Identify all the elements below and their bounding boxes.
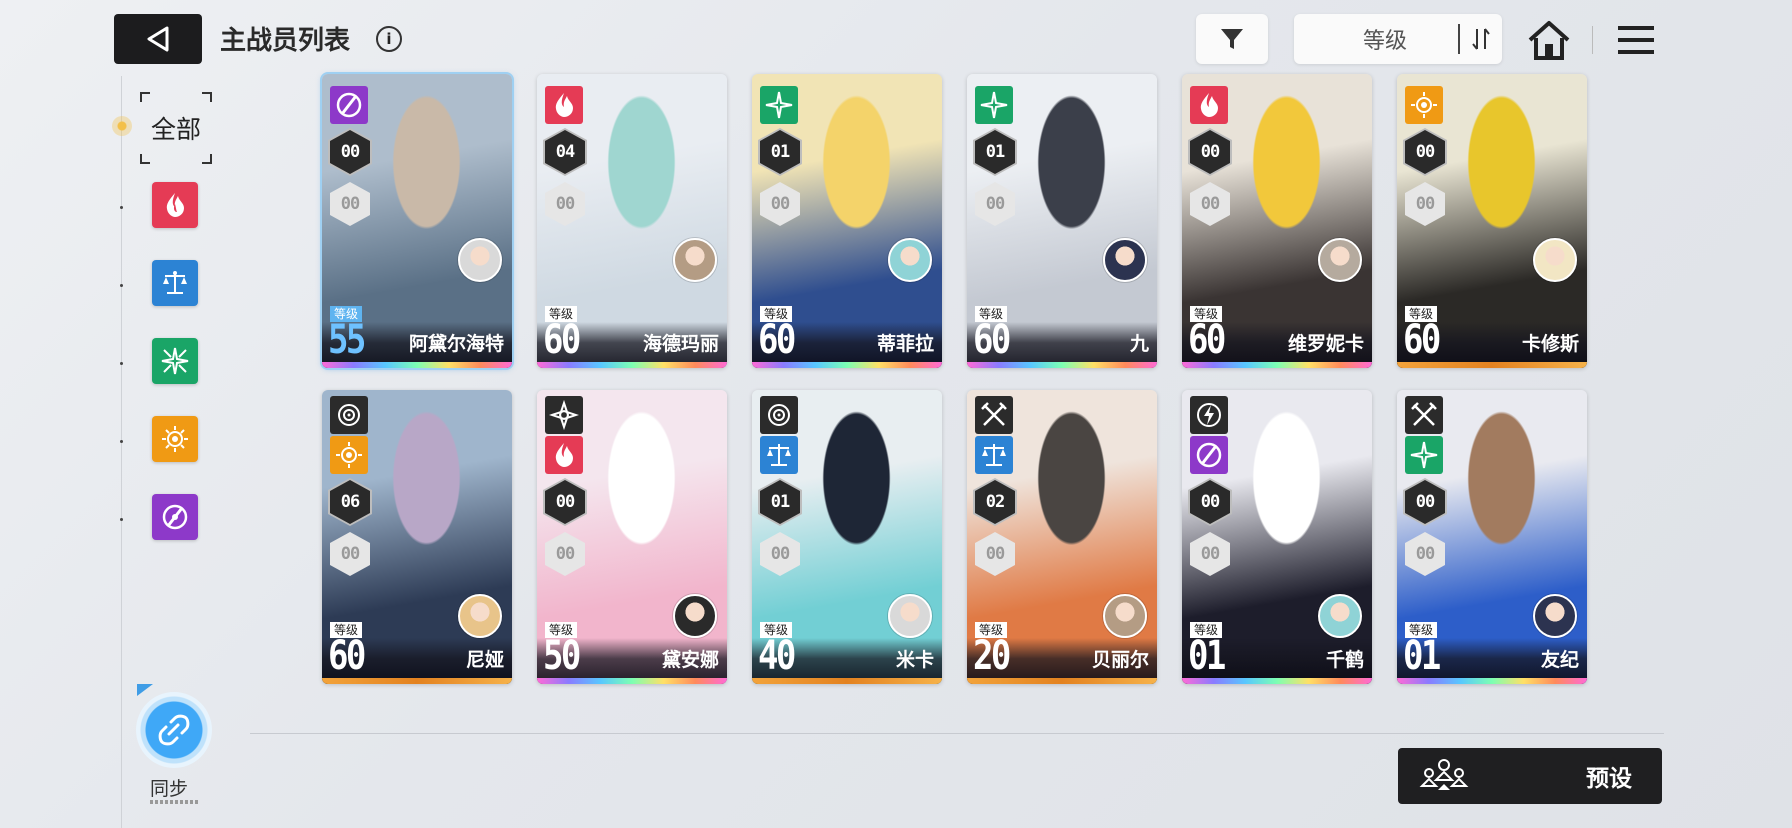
- bottom-divider: [250, 733, 1664, 734]
- rarity-bar: [752, 362, 942, 368]
- character-name: 米卡: [895, 649, 934, 671]
- squad-preset-icon: [1419, 759, 1469, 790]
- electric-element-icon: [330, 86, 368, 124]
- partner-avatar: [1318, 238, 1362, 282]
- level-value: 20: [973, 633, 1011, 679]
- preset-label: 预设: [1586, 766, 1632, 792]
- fire-element-icon: [545, 86, 583, 124]
- fire-element-icon: [1190, 86, 1228, 124]
- water-element-icon: [975, 436, 1013, 474]
- character-grid: 00 00 等级 55 阿黛尔海特 04 00 等级 60 海德玛丽 01 00 等级 60 蒂菲拉 01 00…: [0, 0, 1792, 828]
- character-card[interactable]: 00 00 等级 01 千鹤: [1182, 390, 1372, 684]
- character-name: 友纪: [1540, 649, 1579, 671]
- preset-button[interactable]: 预设: [1398, 748, 1662, 804]
- level-value: 60: [1403, 317, 1441, 363]
- character-card[interactable]: 01 00 等级 60 九: [967, 74, 1157, 368]
- swords-class-icon: [1405, 396, 1443, 434]
- partner-avatar: [888, 594, 932, 638]
- rarity-bar: [1182, 678, 1372, 684]
- water-element-icon: [760, 436, 798, 474]
- rarity-bar: [537, 678, 727, 684]
- character-card[interactable]: 02 00 等级 20 贝丽尔: [967, 390, 1157, 684]
- level-value: 40: [758, 633, 796, 679]
- partner-avatar: [1103, 238, 1147, 282]
- character-card[interactable]: 00 00 等级 01 友纪: [1397, 390, 1587, 684]
- wind-element-icon: [975, 86, 1013, 124]
- character-name: 九: [1129, 333, 1149, 355]
- electric-element-icon: [1190, 436, 1228, 474]
- partner-avatar: [1533, 594, 1577, 638]
- partner-avatar: [673, 594, 717, 638]
- partner-avatar: [888, 238, 932, 282]
- character-name: 黛安娜: [661, 649, 719, 671]
- level-value: 50: [543, 633, 581, 679]
- partner-avatar: [673, 238, 717, 282]
- rarity-bar: [1182, 362, 1372, 368]
- rarity-bar: [322, 362, 512, 368]
- character-card[interactable]: 00 00 等级 55 阿黛尔海特: [322, 74, 512, 368]
- character-card[interactable]: 00 00 等级 60 维罗妮卡: [1182, 74, 1372, 368]
- rarity-bar: [752, 678, 942, 684]
- iron-element-icon: [1405, 86, 1443, 124]
- target-class-icon: [760, 396, 798, 434]
- compass-class-icon: [545, 396, 583, 434]
- partner-avatar: [1103, 594, 1147, 638]
- character-name: 贝丽尔: [1091, 649, 1149, 671]
- partner-avatar: [1533, 238, 1577, 282]
- level-value: 60: [1188, 317, 1226, 363]
- rarity-bar: [967, 678, 1157, 684]
- level-value: 55: [328, 317, 366, 363]
- rarity-bar: [1397, 678, 1587, 684]
- character-name: 尼娅: [465, 649, 504, 671]
- character-name: 卡修斯: [1521, 333, 1579, 355]
- target-class-icon: [330, 396, 368, 434]
- character-name: 维罗妮卡: [1287, 333, 1364, 355]
- character-name: 千鹤: [1325, 649, 1364, 671]
- character-card[interactable]: 01 00 等级 60 蒂菲拉: [752, 74, 942, 368]
- wind-element-icon: [760, 86, 798, 124]
- rarity-bar: [967, 362, 1157, 368]
- character-name: 阿黛尔海特: [408, 333, 504, 355]
- wind-element-icon: [1405, 436, 1443, 474]
- partner-avatar: [458, 594, 502, 638]
- character-card[interactable]: 04 00 等级 60 海德玛丽: [537, 74, 727, 368]
- level-value: 60: [758, 317, 796, 363]
- rarity-bar: [1397, 362, 1587, 368]
- partner-avatar: [458, 238, 502, 282]
- character-card[interactable]: 01 00 等级 40 米卡: [752, 390, 942, 684]
- rarity-bar: [537, 362, 727, 368]
- level-value: 60: [328, 633, 366, 679]
- character-name: 海德玛丽: [642, 333, 719, 355]
- character-card[interactable]: 00 00 等级 50 黛安娜: [537, 390, 727, 684]
- rarity-bar: [322, 678, 512, 684]
- fire-element-icon: [545, 436, 583, 474]
- level-value: 60: [543, 317, 581, 363]
- lightning-class-icon: [1190, 396, 1228, 434]
- partner-avatar: [1318, 594, 1362, 638]
- swords-class-icon: [975, 396, 1013, 434]
- level-value: 01: [1403, 633, 1441, 679]
- character-name: 蒂菲拉: [876, 333, 934, 355]
- level-value: 01: [1188, 633, 1226, 679]
- level-value: 60: [973, 317, 1011, 363]
- character-card[interactable]: 00 00 等级 60 卡修斯: [1397, 74, 1587, 368]
- character-card[interactable]: 06 00 等级 60 尼娅: [322, 390, 512, 684]
- iron-element-icon: [330, 436, 368, 474]
